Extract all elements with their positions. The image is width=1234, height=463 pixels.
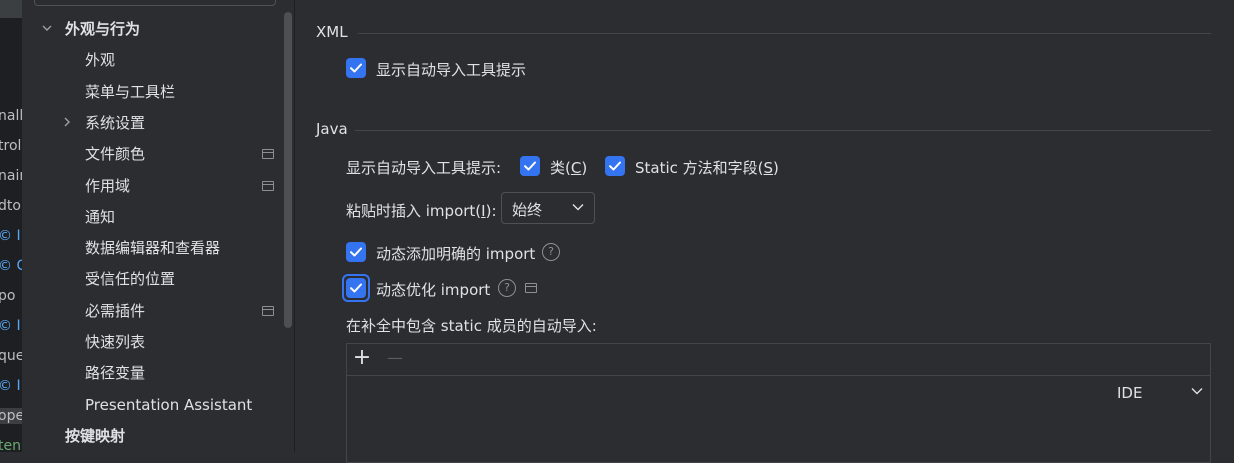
insert-on-paste-select[interactable]: 始终 [501, 192, 595, 224]
tree-item[interactable]: 外观 [22, 46, 282, 74]
tree-item[interactable]: 菜单与工具栏 [22, 78, 282, 106]
optimize-imports-label: 动态优化 import [376, 281, 491, 299]
classes-checkbox[interactable] [520, 156, 540, 176]
tree-item-label: 通知 [85, 207, 116, 226]
tree-item-label: 按键映射 [65, 426, 126, 445]
editor-strip-top [0, 0, 22, 18]
static-methods-label: Static 方法和字段(S) [635, 159, 779, 177]
tree-item-label: 作用域 [85, 176, 131, 195]
settings-tree: 外观与行为外观菜单与工具栏 系统设置文件颜色作用域通知数据编辑器和查看器 受信任的位… [22, 0, 294, 452]
chevron-down-icon[interactable] [1191, 387, 1203, 395]
tree-item[interactable]: 必需插件 [22, 297, 282, 325]
tree-item-label: 文件颜色 [85, 145, 146, 164]
tree-item[interactable]: 受信任的位置 [22, 265, 282, 293]
checkmark-icon [350, 247, 362, 257]
help-icon[interactable]: ? [542, 243, 560, 261]
tree-item[interactable]: 路径变量 [22, 359, 282, 387]
editor-strip-line: © I [0, 318, 21, 334]
checkmark-icon [350, 283, 362, 293]
table-toolbar: + — [347, 344, 1210, 376]
classes-label: 类(C) [550, 159, 588, 177]
tree-item-label: 系统设置 [85, 113, 146, 132]
tree-item-label: 必需插件 [85, 301, 146, 320]
tree-item[interactable]: 系统设置 [22, 109, 282, 137]
editor-strip-line: nain [0, 168, 22, 184]
tree-item[interactable]: 数据编辑器和查看器 [22, 234, 282, 262]
editor-strip-line: troll [0, 138, 22, 154]
tree-item[interactable]: Presentation Assistant [22, 391, 282, 419]
editor-strip-line: © I [0, 378, 21, 394]
xml-section-title: XML [316, 23, 348, 41]
editor-strip-line: dto [0, 198, 21, 214]
xml-section-separator [358, 33, 1211, 34]
tree-item-label: 路径变量 [85, 364, 146, 383]
optimize-imports-checkbox[interactable] [346, 278, 366, 298]
tree-item-label: 快速列表 [85, 333, 146, 351]
remove-icon[interactable]: — [384, 348, 406, 370]
project-level-icon [262, 149, 274, 160]
editor-strip-line: po [0, 288, 16, 304]
xml-show-popup-label: 显示自动导入工具提示 [376, 61, 527, 79]
editor-strip: nall troll nain dto © I © C po © I que © I ope ten [0, 0, 22, 452]
help-icon[interactable]: ? [498, 279, 516, 297]
editor-strip-line: © I [0, 228, 21, 244]
project-level-icon [525, 283, 537, 293]
tree-item[interactable]: 通知 [22, 203, 282, 231]
auto-import-settings-panel: XML 显示自动导入工具提示 Java 显示自动导入工具提示: 类(C) Sta… [295, 0, 1234, 463]
add-icon[interactable]: + [351, 347, 373, 370]
static-members-table: + — IDE [346, 343, 1211, 463]
chevron-down-icon [572, 204, 584, 211]
editor-strip-line: ope [0, 408, 22, 424]
editor-strip-line: que [0, 348, 22, 364]
chevron-right-icon[interactable] [60, 116, 74, 130]
java-section-title: Java [316, 120, 348, 138]
tree-scrollbar-thumb[interactable] [284, 12, 292, 328]
checkmark-icon [350, 63, 362, 73]
tree-item-label: 数据编辑器和查看器 [85, 239, 221, 258]
tree-item[interactable]: 外观与行为 [22, 15, 282, 43]
tree-item[interactable]: 按键映射 [22, 422, 282, 450]
tree-item-label: 外观 [85, 51, 116, 70]
tree-item[interactable]: 作用域 [22, 172, 282, 200]
editor-strip-line: nall [0, 108, 22, 124]
add-unambiguous-imports-label: 动态添加明确的 import [376, 245, 536, 263]
insert-on-paste-value: 始终 [512, 201, 543, 219]
java-show-popup-label: 显示自动导入工具提示: [346, 159, 502, 177]
checkmark-icon [524, 161, 536, 171]
tree-item-label: 受信任的位置 [85, 270, 176, 289]
tree-item-label: 外观与行为 [65, 20, 141, 38]
chevron-down-icon[interactable] [40, 22, 54, 36]
tree-item-label: 菜单与工具栏 [85, 82, 176, 101]
editor-strip-line: ten [0, 438, 21, 452]
static-methods-checkbox[interactable] [605, 156, 625, 176]
static-members-label: 在补全中包含 static 成员的自动导入: [346, 317, 597, 335]
java-section-separator [355, 130, 1211, 131]
tree-item[interactable]: 文件颜色 [22, 140, 282, 168]
add-unambiguous-imports-checkbox[interactable] [346, 242, 366, 262]
checkmark-icon [609, 161, 621, 171]
settings-search-input[interactable] [34, 0, 276, 6]
editor-strip-line: © C [0, 258, 22, 274]
xml-show-popup-checkbox[interactable] [346, 58, 366, 78]
tree-item-label: Presentation Assistant [85, 395, 253, 414]
scope-cell: IDE [1117, 384, 1143, 402]
project-level-icon [262, 180, 274, 191]
insert-on-paste-label: 粘贴时插入 import(I): [346, 202, 497, 220]
tree-item[interactable]: 快速列表 [22, 328, 282, 356]
project-level-icon [262, 305, 274, 316]
